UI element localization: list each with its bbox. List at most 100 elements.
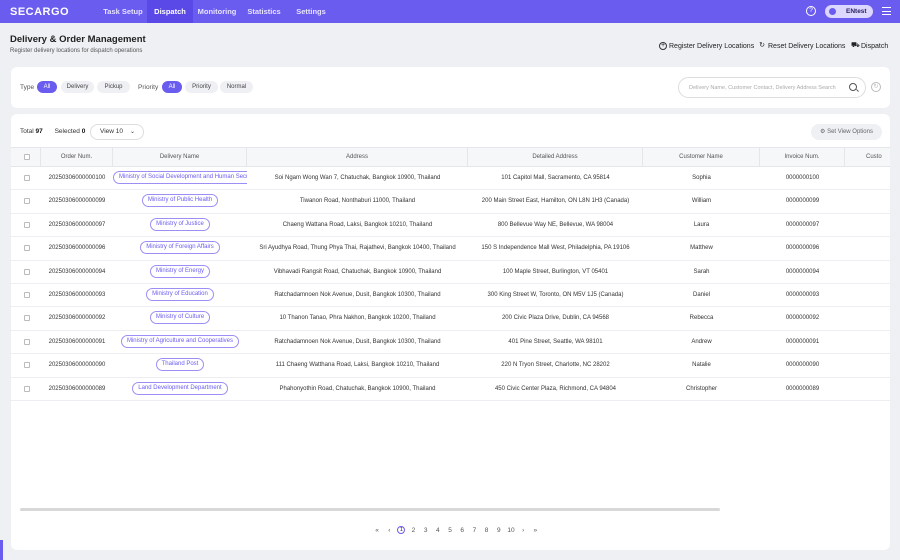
prev-page-button[interactable]: ‹ bbox=[383, 527, 395, 534]
priority-chip-all[interactable]: All bbox=[162, 81, 182, 93]
row-checkbox[interactable] bbox=[24, 245, 30, 252]
cell-name: Ministry of Agriculture and Cooperatives bbox=[113, 331, 247, 354]
row-checkbox[interactable] bbox=[24, 268, 30, 275]
row-checkbox-cell bbox=[11, 214, 41, 237]
delivery-name-tag[interactable]: Ministry of Education bbox=[146, 287, 214, 301]
table-row[interactable]: 20250306000000096 Ministry of Foreign Aff… bbox=[11, 237, 890, 261]
priority-chip-priority[interactable]: Priority bbox=[185, 81, 218, 93]
table-row[interactable]: 20250306000000092 Ministry of Culture 10 T… bbox=[11, 307, 890, 331]
page-button[interactable]: 6 bbox=[456, 527, 468, 534]
column-order-num[interactable]: Order Num. bbox=[41, 148, 113, 167]
page-button[interactable]: 8 bbox=[481, 527, 493, 534]
cell-name: Ministry of Social Development and Human… bbox=[113, 167, 247, 190]
page-button[interactable]: 9 bbox=[493, 527, 505, 534]
cell-order: 20250306000000099 bbox=[48, 198, 106, 205]
top-nav: SECARGO Task Setup Dispatch Monitoring S… bbox=[0, 0, 900, 23]
table-row[interactable]: 20250306000000090 Thailand Post 111 Chaeng… bbox=[11, 354, 890, 378]
row-checkbox[interactable] bbox=[24, 198, 30, 205]
refresh-icon[interactable]: ↻ bbox=[871, 82, 881, 92]
delivery-name-tag[interactable]: Ministry of Energy bbox=[149, 264, 210, 278]
delivery-name-tag[interactable]: Ministry of Foreign Affairs bbox=[140, 241, 220, 255]
row-checkbox[interactable] bbox=[24, 385, 30, 392]
register-delivery-locations-button[interactable]: + Register Delivery Locations bbox=[659, 40, 754, 52]
column-customer-name[interactable]: Customer Name bbox=[643, 148, 760, 167]
view-count-select[interactable]: View 10 ⌄ bbox=[90, 124, 144, 140]
column-delivery-name[interactable]: Delivery Name bbox=[113, 148, 247, 167]
priority-chip-normal[interactable]: Normal bbox=[220, 81, 253, 93]
cell-address: Ratchadamnoen Nok Avenue, Dusit, Bangkok… bbox=[274, 292, 441, 298]
table-row[interactable]: 20250306000000099 Ministry of Public Heal… bbox=[11, 190, 890, 214]
column-invoice-num[interactable]: Invoice Num. bbox=[760, 148, 845, 167]
table-row[interactable]: 20250306000000093 Ministry of Education Ra… bbox=[11, 284, 890, 308]
delivery-name-tag[interactable]: Land Development Department bbox=[132, 381, 228, 395]
page-button[interactable]: 5 bbox=[444, 527, 456, 534]
tab-statistics[interactable]: Statistics bbox=[241, 0, 287, 23]
table-header: Order Num. Delivery Name Address Detaile… bbox=[11, 147, 890, 167]
page-button[interactable]: 3 bbox=[420, 527, 432, 534]
page-button[interactable]: 7 bbox=[468, 527, 480, 534]
type-chip-delivery[interactable]: Delivery bbox=[61, 81, 94, 93]
tab-monitoring[interactable]: Monitoring bbox=[194, 0, 240, 23]
delivery-name-tag[interactable]: Thailand Post bbox=[155, 358, 205, 372]
search-input[interactable]: Delivery Name, Customer Contact, Deliver… bbox=[678, 77, 866, 98]
row-checkbox[interactable] bbox=[24, 362, 30, 369]
tab-dispatch[interactable]: Dispatch bbox=[147, 0, 193, 23]
cell-order: 20250306000000091 bbox=[48, 338, 106, 345]
app-logo[interactable]: SECARGO bbox=[10, 4, 69, 19]
row-checkbox[interactable] bbox=[24, 221, 30, 228]
cell-order: 20250306000000094 bbox=[48, 268, 106, 275]
delivery-name-tag[interactable]: Ministry of Public Health bbox=[141, 194, 219, 208]
cell-address: Vibhavadi Rangsit Road, Chatuchak, Bangk… bbox=[273, 268, 442, 275]
column-address[interactable]: Address bbox=[247, 148, 468, 167]
table-row[interactable]: 20250306000000097 Ministry of Justice Chae… bbox=[11, 214, 890, 238]
row-checkbox[interactable] bbox=[24, 315, 30, 322]
delivery-name-tag[interactable]: Ministry of Justice bbox=[150, 217, 210, 231]
delivery-name-tag[interactable]: Ministry of Culture bbox=[149, 311, 211, 325]
select-all-checkbox[interactable] bbox=[24, 154, 30, 160]
row-checkbox[interactable] bbox=[24, 338, 30, 345]
last-page-button[interactable]: » bbox=[529, 527, 541, 534]
row-checkbox[interactable] bbox=[24, 292, 30, 298]
table-row[interactable]: 20250306000000100 Ministry of Social Deve… bbox=[11, 167, 890, 191]
table-row[interactable]: 20250306000000094 Ministry of Energy Vibha… bbox=[11, 261, 890, 284]
truck-icon: ⛟ bbox=[851, 42, 860, 49]
dispatch-button[interactable]: ⛟ Dispatch bbox=[851, 40, 888, 52]
page-button[interactable]: 2 bbox=[407, 527, 419, 534]
cell-order: 20250306000000092 bbox=[48, 315, 106, 322]
user-menu-button[interactable]: ENtest bbox=[825, 5, 873, 18]
next-page-button[interactable]: › bbox=[517, 527, 529, 534]
delivery-name-tag[interactable]: Ministry of Agriculture and Cooperatives bbox=[120, 334, 240, 348]
page-button[interactable]: 4 bbox=[432, 527, 444, 534]
table-row[interactable]: 20250306000000089 Land Development Depart… bbox=[11, 378, 890, 401]
delivery-name-tag[interactable]: Ministry of Social Development and Human… bbox=[113, 170, 247, 184]
cell-detail: 100 Maple Street, Burlington, VT 05401 bbox=[502, 268, 609, 275]
cell-address: Phahonyothin Road, Chatuchak, Bangkok 10… bbox=[279, 385, 436, 392]
reset-icon: ↻ bbox=[759, 42, 765, 49]
row-checkbox-cell bbox=[11, 190, 41, 213]
row-checkbox-cell bbox=[11, 284, 41, 307]
cell-invoice: 0000000100 bbox=[785, 175, 820, 181]
page-button[interactable]: 1 bbox=[397, 526, 406, 534]
reset-delivery-locations-button[interactable]: ↻ Reset Delivery Locations bbox=[758, 40, 845, 52]
cell-address: Tiwanon Road, Nonthaburi 11000, Thailand bbox=[299, 198, 416, 205]
horizontal-scrollbar[interactable] bbox=[20, 508, 720, 511]
hamburger-menu-icon[interactable] bbox=[882, 7, 891, 15]
row-checkbox-cell bbox=[11, 378, 41, 401]
search-icon[interactable] bbox=[849, 83, 857, 91]
set-view-options-button[interactable]: ⚙ Set View Options bbox=[811, 124, 882, 140]
help-icon[interactable]: ? bbox=[806, 6, 816, 16]
filter-panel: Type All Delivery Pickup Priority All Pr… bbox=[11, 67, 890, 108]
tab-task-setup[interactable]: Task Setup bbox=[100, 0, 146, 23]
pagination: « ‹ 1 2 3 4 5 6 7 8 9 10 › » bbox=[371, 524, 541, 536]
column-customer-contact[interactable]: Custo bbox=[845, 148, 890, 167]
type-chip-all[interactable]: All bbox=[37, 81, 57, 93]
page-button[interactable]: 10 bbox=[505, 527, 517, 534]
first-page-button[interactable]: « bbox=[371, 527, 383, 534]
row-checkbox[interactable] bbox=[24, 175, 30, 181]
cell-detail: 101 Capitol Mall, Sacramento, CA 95814 bbox=[501, 175, 610, 181]
tab-settings[interactable]: Settings bbox=[288, 0, 334, 23]
column-detailed-address[interactable]: Detailed Address bbox=[468, 148, 643, 167]
type-chip-pickup[interactable]: Pickup bbox=[97, 81, 130, 93]
cell-invoice: 0000000097 bbox=[785, 221, 820, 228]
table-row[interactable]: 20250306000000091 Ministry of Agriculture… bbox=[11, 331, 890, 355]
